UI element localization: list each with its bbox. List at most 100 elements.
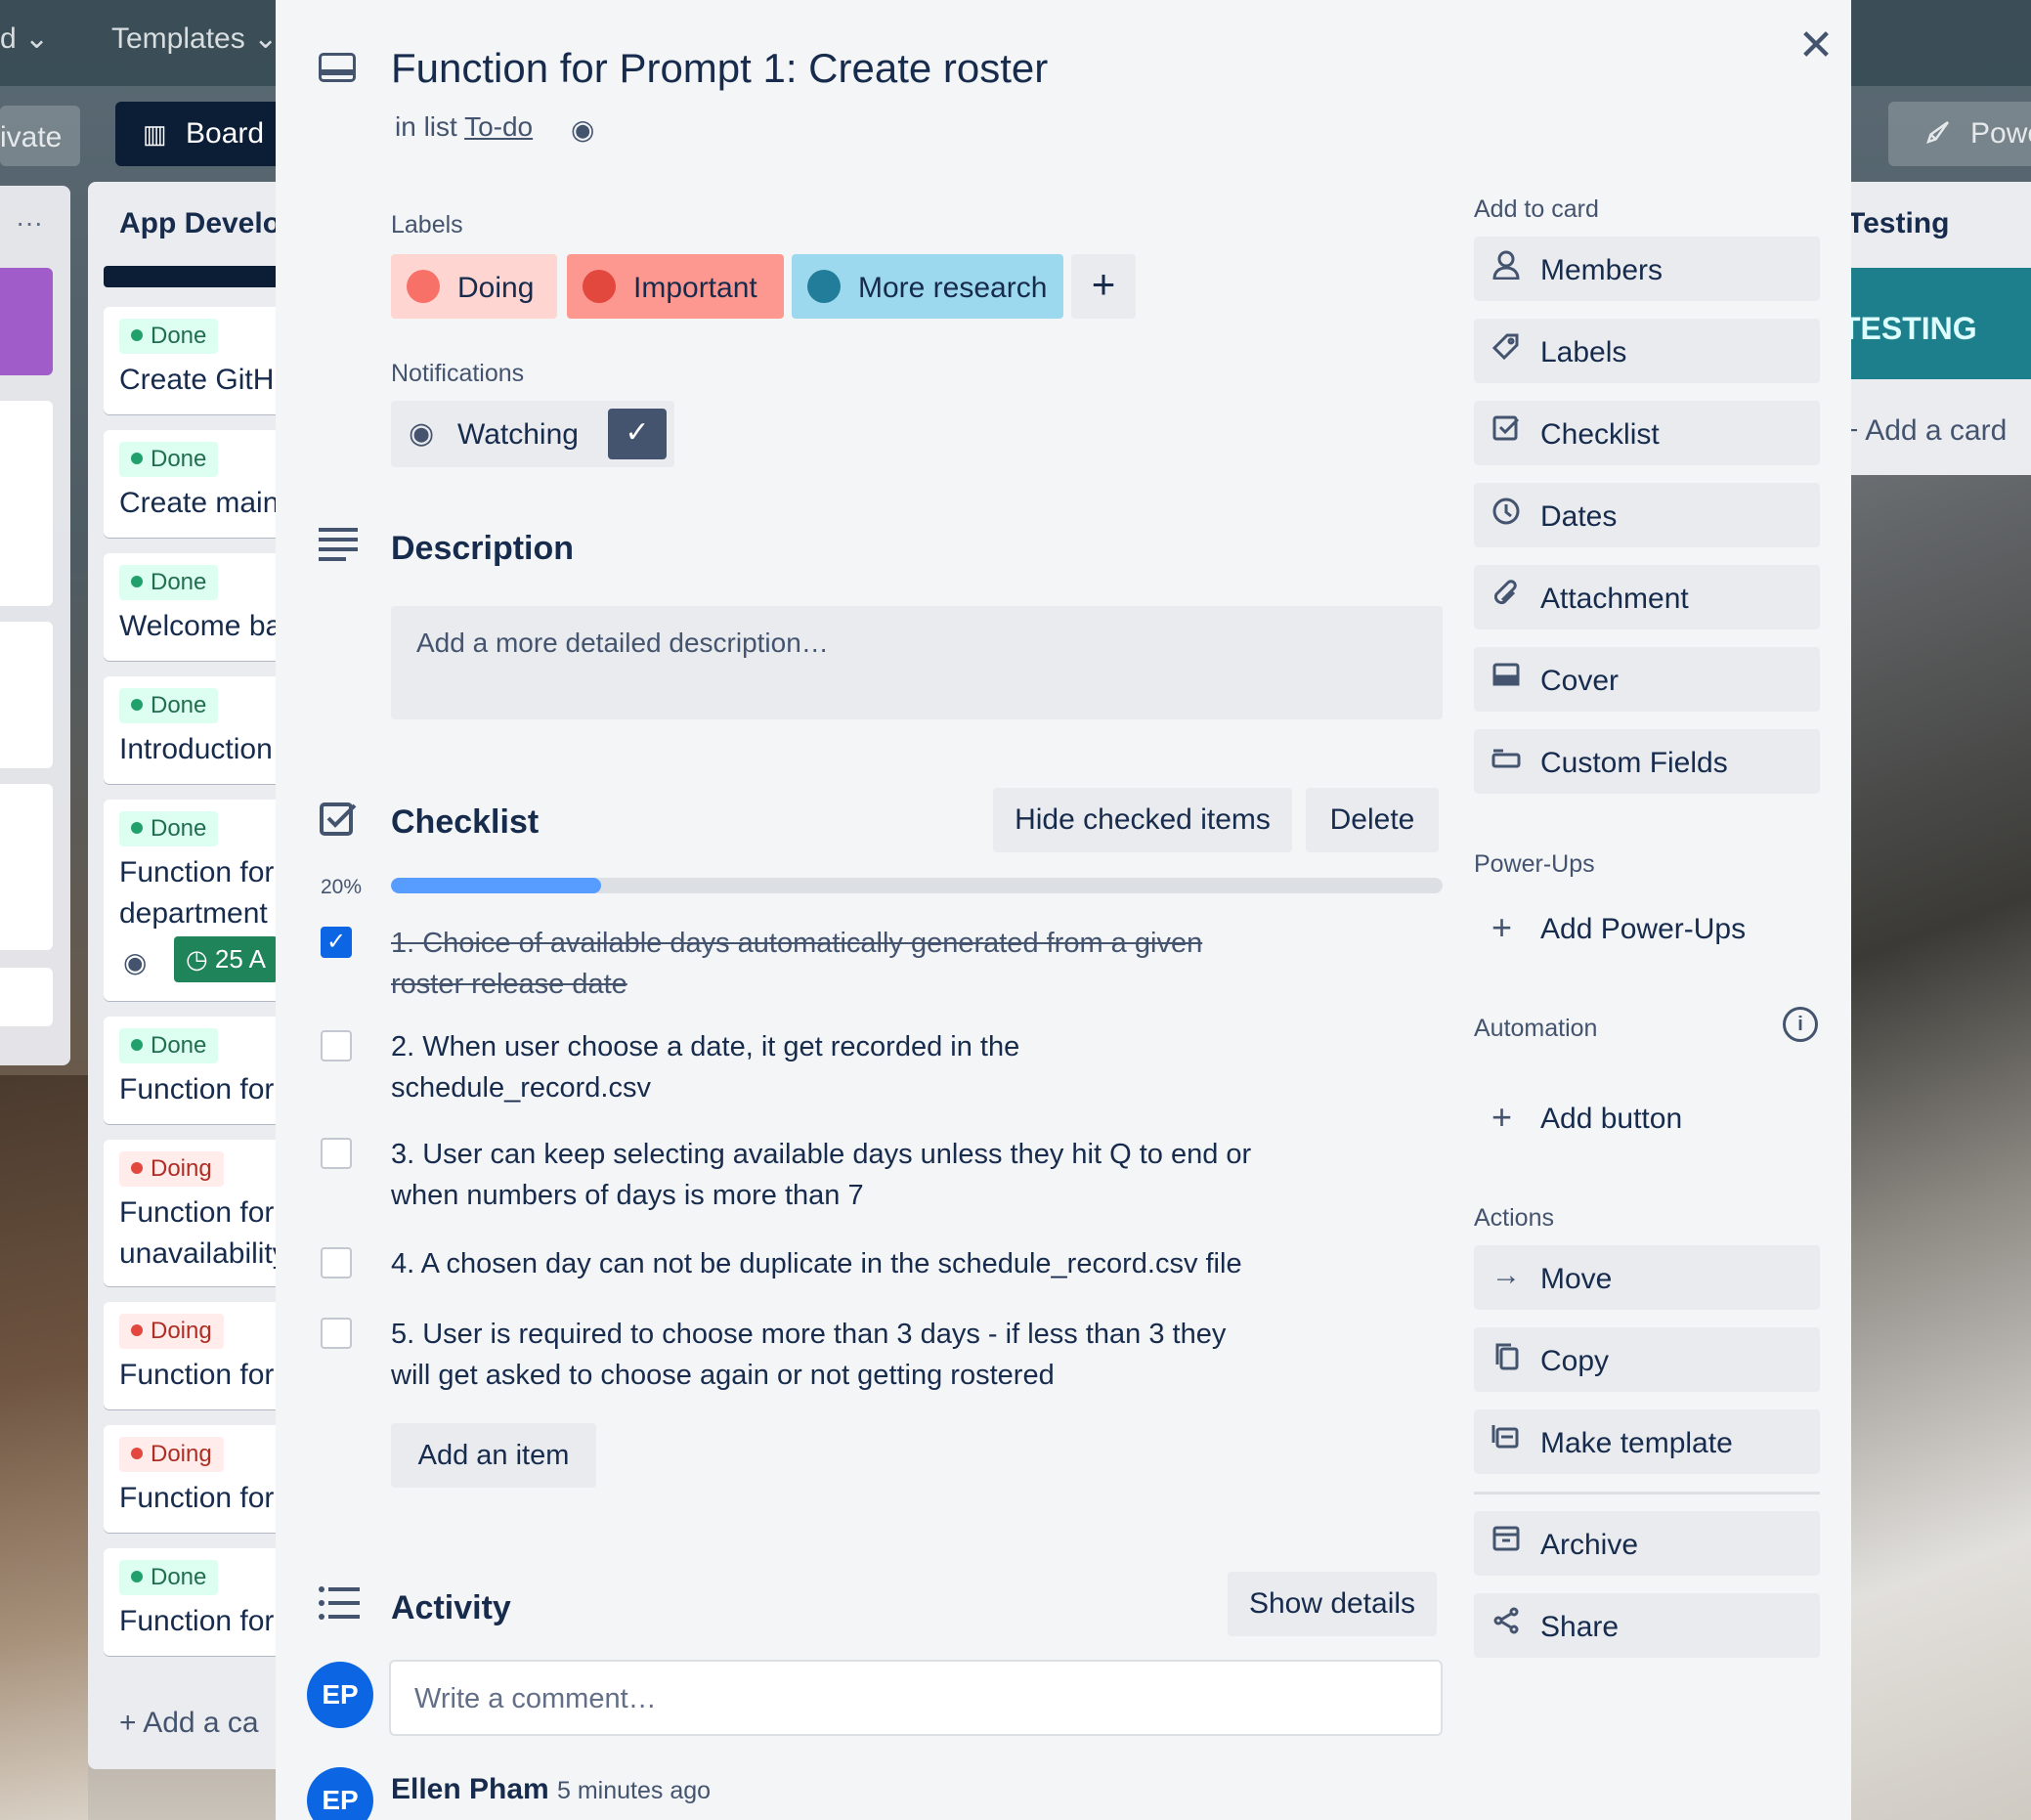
activity-timestamp[interactable]: 5 minutes ago <box>557 1777 711 1805</box>
checklist-item-text[interactable]: 3. User can keep selecting available day… <box>391 1134 1271 1216</box>
delete-checklist-button[interactable]: Delete <box>1306 788 1439 852</box>
label-color-dot <box>407 270 440 303</box>
arrow-right-icon: → <box>1491 1259 1521 1291</box>
sidebar-board-thumbnail[interactable] <box>0 268 53 375</box>
checklist-item-text[interactable]: 4. A chosen day can not be duplicate in … <box>391 1243 1271 1284</box>
checklist-button[interactable]: Checklist <box>1474 401 1820 465</box>
checklist-item-text[interactable]: 1. Choice of available days automaticall… <box>391 923 1271 1005</box>
activity-avatar[interactable]: EP <box>307 1767 373 1820</box>
card-label-badge: Doing <box>119 1151 224 1187</box>
automation-heading: Automation <box>1474 1015 1598 1042</box>
watch-button[interactable]: ◉ Watching ✓ <box>391 401 674 467</box>
activity-user-name[interactable]: Ellen Pham <box>391 1773 549 1806</box>
card-title: Function for <box>119 1196 275 1229</box>
watch-icon: ◉ <box>123 947 148 977</box>
background-image-left <box>0 1075 88 1820</box>
card-label-badge: Done <box>119 1560 219 1595</box>
board-view-button[interactable]: ▥ Board <box>115 102 291 166</box>
add-label-button[interactable]: + <box>1071 254 1136 319</box>
copy-icon <box>1491 1341 1521 1378</box>
add-power-ups-button[interactable]: + Add Power-Ups <box>1474 895 1820 960</box>
label-doing[interactable]: Doing <box>391 254 557 319</box>
board-icon: ▥ <box>143 119 167 149</box>
description-heading: Description <box>391 530 575 567</box>
activity-heading: Activity <box>391 1589 511 1626</box>
sidebar-slot <box>0 784 53 950</box>
label-more-research[interactable]: More research <box>792 254 1063 319</box>
members-label: Members <box>1540 254 1664 286</box>
attachment-label: Attachment <box>1540 583 1689 615</box>
make-template-button[interactable]: Make template <box>1474 1409 1820 1474</box>
description-editor[interactable]: Add a more detailed description… <box>391 606 1443 719</box>
copy-button[interactable]: Copy <box>1474 1327 1820 1392</box>
attachment-button[interactable]: Attachment <box>1474 565 1820 629</box>
labels-button[interactable]: Labels <box>1474 319 1820 383</box>
label-text: More research <box>858 272 1048 304</box>
share-button[interactable]: Share <box>1474 1593 1820 1658</box>
checklist-icon <box>1491 414 1521 450</box>
list-link[interactable]: To-do <box>464 111 533 142</box>
add-card-button[interactable]: + Add a card <box>1841 414 2007 448</box>
checkbox[interactable]: ✓ <box>321 927 352 958</box>
activity-icon <box>319 1585 360 1630</box>
label-color-dot <box>807 270 841 303</box>
close-icon[interactable]: ✕ <box>1791 22 1841 72</box>
archive-button[interactable]: Archive <box>1474 1511 1820 1576</box>
checkbox[interactable] <box>321 1318 352 1349</box>
visibility-button[interactable]: ivate <box>0 106 80 166</box>
card-title[interactable]: Function for Prompt 1: Create roster <box>391 45 1048 92</box>
custom-fields-label: Custom Fields <box>1540 747 1728 779</box>
hide-checked-items-button[interactable]: Hide checked items <box>993 788 1292 852</box>
info-icon[interactable]: i <box>1783 1007 1818 1042</box>
custom-fields-icon <box>1491 743 1521 776</box>
labels-heading: Labels <box>391 211 463 238</box>
card-title: Create GitHu <box>119 364 291 396</box>
make-template-label: Make template <box>1540 1427 1733 1459</box>
actions-divider <box>1474 1492 1820 1495</box>
show-details-button[interactable]: Show details <box>1228 1572 1437 1636</box>
cover-button[interactable]: Cover <box>1474 647 1820 712</box>
label-color-dot <box>583 270 616 303</box>
checklist-heading[interactable]: Checklist <box>391 803 539 842</box>
label-important[interactable]: Important <box>567 254 784 319</box>
checkbox[interactable] <box>321 1247 352 1278</box>
card-label-badge: Done <box>119 811 219 846</box>
list-title[interactable]: App Develop <box>119 207 298 240</box>
power-ups-button[interactable]: Powe <box>1888 102 2031 166</box>
checklist-icon <box>319 800 358 848</box>
add-checklist-item-button[interactable]: Add an item <box>391 1423 596 1488</box>
notifications-heading: Notifications <box>391 360 525 387</box>
checklist-percent: 20% <box>321 876 363 898</box>
dates-label: Dates <box>1540 500 1618 533</box>
template-icon <box>1491 1423 1521 1458</box>
card-title: Create main. <box>119 487 287 519</box>
check-icon: ✓ <box>608 409 667 459</box>
card-title-line2: department <box>119 897 268 930</box>
checklist-item-text[interactable]: 2. When user choose a date, it get recor… <box>391 1026 1271 1108</box>
templates-menu[interactable]: Templates ⌄ <box>111 22 278 56</box>
actions-heading: Actions <box>1474 1204 1554 1232</box>
card-cover[interactable]: TESTING <box>1841 268 2031 379</box>
labels-label: Labels <box>1540 336 1627 368</box>
checkbox[interactable] <box>321 1138 352 1169</box>
view-switch[interactable]: d ⌄ <box>0 22 49 56</box>
list-title[interactable]: Testing <box>1847 207 1949 240</box>
add-card-button[interactable]: + Add a ca <box>119 1707 259 1740</box>
checklist-item-text[interactable]: 5. User is required to choose more than … <box>391 1314 1271 1396</box>
checklist-progress-fill <box>391 878 602 893</box>
rocket-icon <box>1923 117 1953 154</box>
move-button[interactable]: → Move <box>1474 1245 1820 1310</box>
members-button[interactable]: Members <box>1474 237 1820 301</box>
comment-input[interactable]: Write a comment… <box>389 1660 1443 1736</box>
card-label-badge: Done <box>119 442 219 477</box>
checkbox[interactable] <box>321 1030 352 1062</box>
custom-fields-button[interactable]: Custom Fields <box>1474 729 1820 794</box>
more-icon[interactable]: ··· <box>16 207 43 238</box>
in-list-prefix: in list <box>395 111 457 142</box>
add-button-button[interactable]: + Add button <box>1474 1085 1820 1149</box>
power-ups-heading: Power-Ups <box>1474 850 1595 878</box>
label-text: Doing <box>457 272 535 304</box>
avatar[interactable]: EP <box>307 1662 373 1728</box>
archive-icon <box>1491 1525 1521 1560</box>
dates-button[interactable]: Dates <box>1474 483 1820 547</box>
